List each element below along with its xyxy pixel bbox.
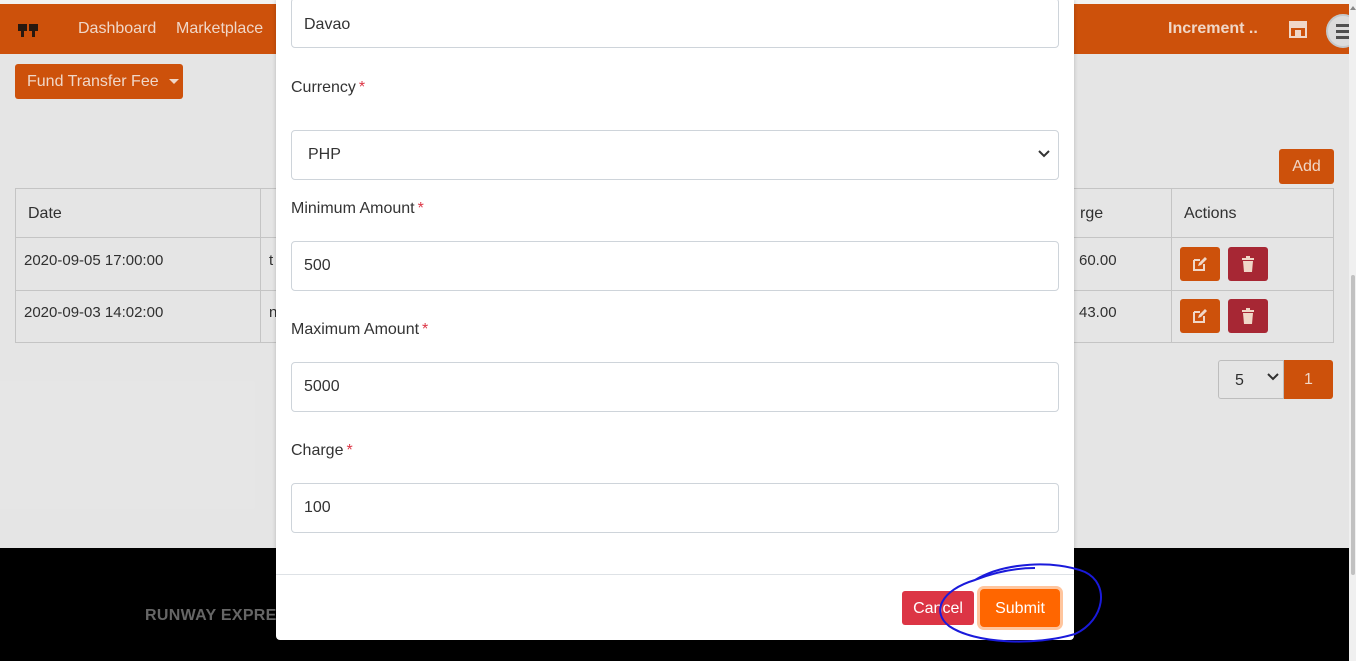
required-mark: * [346,442,353,459]
city-field[interactable]: Davao [291,0,1059,48]
required-mark: * [422,321,429,338]
scroll-up-icon[interactable] [1350,6,1356,10]
fee-form-modal: Davao Currency * PHP Minimum Amount * 500 … [276,0,1074,640]
minimum-amount-input[interactable]: 500 [291,241,1059,291]
currency-value: PHP [308,146,341,163]
charge-label: Charge * [291,442,353,460]
required-mark: * [417,200,424,217]
charge-value: 100 [304,499,331,516]
charge-input[interactable]: 100 [291,483,1059,533]
scrollbar-thumb[interactable] [1351,275,1355,575]
city-value: Davao [304,16,351,33]
currency-label: Currency * [291,79,365,97]
required-mark: * [358,79,366,96]
minimum-amount-value: 500 [304,257,331,274]
charge-label-text: Charge [291,442,344,459]
maximum-amount-label: Maximum Amount * [291,321,428,339]
maximum-amount-label-text: Maximum Amount [291,321,420,338]
chevron-down-icon [1038,150,1050,158]
minimum-amount-label: Minimum Amount * [291,200,424,218]
annotation-circle [939,563,1102,643]
currency-select[interactable]: PHP [291,130,1059,180]
minimum-amount-label-text: Minimum Amount [291,200,415,217]
maximum-amount-input[interactable]: 5000 [291,362,1059,412]
maximum-amount-value: 5000 [304,378,340,395]
currency-label-text: Currency [291,79,356,96]
